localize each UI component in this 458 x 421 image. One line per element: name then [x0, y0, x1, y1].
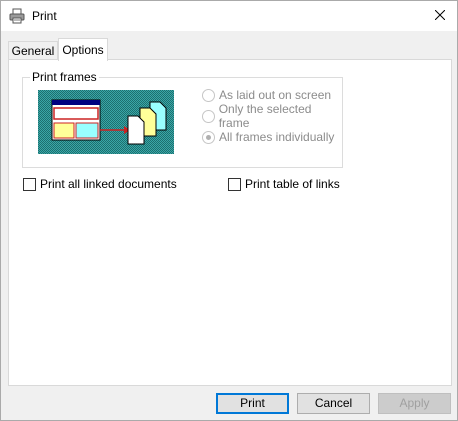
radio-all-frames[interactable]: All frames individually [202, 129, 334, 145]
radio-label: All frames individually [219, 130, 335, 144]
close-button[interactable] [423, 1, 457, 31]
radio-label: Only the selected frame [218, 102, 312, 130]
checkbox-print-table[interactable]: Print table of links [228, 176, 340, 192]
close-icon [434, 9, 446, 23]
tab-general[interactable]: General [8, 41, 58, 60]
checkbox-label: Print table of links [245, 177, 340, 191]
radio-label: As laid out on screen [219, 88, 332, 102]
title-bar: Print [1, 1, 457, 31]
checkbox-print-linked[interactable]: Print all linked documents [23, 176, 177, 192]
print-button[interactable]: Print [216, 393, 289, 414]
checkbox-label: Print all linked documents [40, 177, 177, 191]
cancel-button[interactable]: Cancel [297, 393, 370, 414]
radio-button[interactable] [202, 109, 215, 123]
apply-button[interactable]: Apply [378, 393, 451, 414]
options-panel: Print frames As laid out on screen Only … [8, 59, 452, 386]
printer-icon [9, 8, 25, 24]
print-frames-group: Print frames As laid out on screen Only … [22, 70, 343, 168]
radio-as-laid-out[interactable]: As laid out on screen [202, 87, 331, 103]
print-frames-label: Print frames [30, 70, 99, 84]
radio-button-checked[interactable] [202, 130, 215, 144]
checkbox[interactable] [228, 177, 241, 191]
window-title: Print [32, 9, 57, 23]
print-dialog: Print General Options Print frames As la… [0, 0, 458, 421]
checkbox[interactable] [23, 177, 36, 191]
tab-options[interactable]: Options [58, 38, 108, 61]
radio-selected-frame[interactable]: Only the selected frame [202, 102, 342, 130]
radio-button[interactable] [202, 88, 215, 102]
frames-illustration [38, 90, 174, 154]
